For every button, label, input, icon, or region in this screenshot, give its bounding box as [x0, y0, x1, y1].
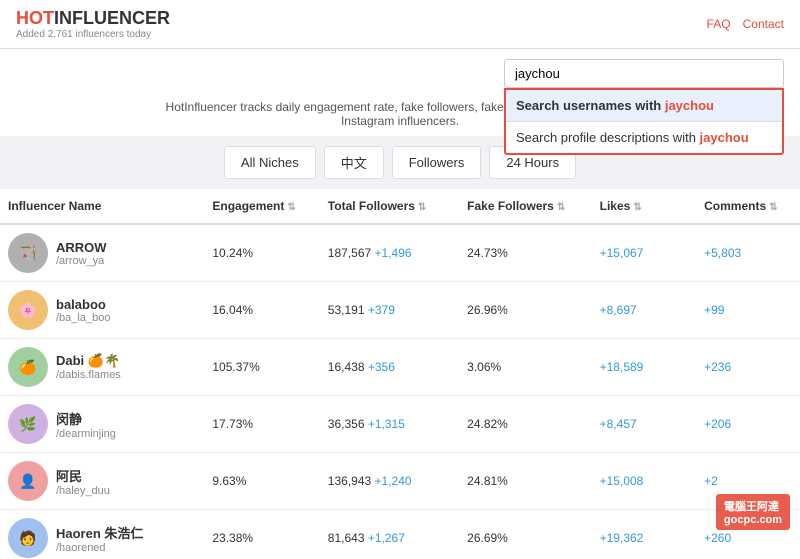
- cell-followers-5: 81,643 +1,267: [320, 510, 459, 559]
- cell-likes-4: +15,008: [592, 453, 697, 510]
- cell-name-5: 🧑 Haoren 朱浩仁 /haorened: [0, 510, 204, 559]
- cell-followers-2: 16,438 +356: [320, 339, 459, 396]
- col-header-fake: Fake Followers⇅: [459, 189, 591, 224]
- search-input[interactable]: [504, 59, 784, 88]
- avatar-0: 🏹: [8, 233, 48, 273]
- col-header-followers: Total Followers⇅: [320, 189, 459, 224]
- cell-comments-2: +236: [696, 339, 800, 396]
- watermark: 電腦王阿達 gocpc.com: [716, 494, 790, 530]
- cell-fake-0: 24.73%: [459, 224, 591, 282]
- display-name-4: 阿民: [56, 466, 110, 485]
- watermark-line1: 電腦王阿達: [724, 498, 782, 514]
- table-row: 🍊 Dabi 🍊🌴 /dabis.flames 105.37% 16,438 +…: [0, 339, 800, 396]
- display-name-3: 闵静: [56, 409, 116, 428]
- name-block-3: 闵静 /dearminjing: [56, 409, 116, 440]
- avatar-5: 🧑: [8, 518, 48, 558]
- cell-followers-4: 136,943 +1,240: [320, 453, 459, 510]
- table-row: 🌸 balaboo /ba_la_boo 16.04% 53,191 +379 …: [0, 282, 800, 339]
- cell-followers-3: 36,356 +1,315: [320, 396, 459, 453]
- cell-comments-0: +5,803: [696, 224, 800, 282]
- cell-name-2: 🍊 Dabi 🍊🌴 /dabis.flames: [0, 339, 204, 396]
- display-name-5: Haoren 朱浩仁: [56, 523, 143, 542]
- name-block-2: Dabi 🍊🌴 /dabis.flames: [56, 353, 121, 381]
- cell-likes-0: +15,067: [592, 224, 697, 282]
- filter-language[interactable]: 中文: [324, 146, 384, 179]
- search-username-highlight: jaychou: [665, 98, 714, 113]
- avatar-1: 🌸: [8, 290, 48, 330]
- cell-likes-5: +19,362: [592, 510, 697, 559]
- cell-fake-2: 3.06%: [459, 339, 591, 396]
- cell-engagement-2: 105.37%: [204, 339, 319, 396]
- table-row: 🧑 Haoren 朱浩仁 /haorened 23.38% 81,643 +1,…: [0, 510, 800, 559]
- cell-comments-1: +99: [696, 282, 800, 339]
- search-area: Search usernames with jaychou Search pro…: [0, 49, 800, 136]
- col-header-engagement: Engagement⇅: [204, 189, 319, 224]
- username-4: /haley_duu: [56, 485, 110, 497]
- table-header-row: Influencer Name Engagement⇅ Total Follow…: [0, 189, 800, 224]
- table-container: Influencer Name Engagement⇅ Total Follow…: [0, 189, 800, 559]
- name-block-0: ARROW /arrow_ya: [56, 240, 107, 267]
- cell-name-3: 🌿 闵静 /dearminjing: [0, 396, 204, 453]
- table-row: 👤 阿民 /haley_duu 9.63% 136,943 +1,240 24.…: [0, 453, 800, 510]
- influencer-table: Influencer Name Engagement⇅ Total Follow…: [0, 189, 800, 559]
- cell-engagement-0: 10.24%: [204, 224, 319, 282]
- cell-name-4: 👤 阿民 /haley_duu: [0, 453, 204, 510]
- username-1: /ba_la_boo: [56, 312, 110, 324]
- cell-name-0: 🏹 ARROW /arrow_ya: [0, 224, 204, 282]
- faq-link[interactable]: FAQ: [707, 17, 731, 31]
- top-nav: HOTINFLUENCER Added 2,761 influencers to…: [0, 0, 800, 49]
- cell-name-1: 🌸 balaboo /ba_la_boo: [0, 282, 204, 339]
- cell-likes-3: +8,457: [592, 396, 697, 453]
- username-2: /dabis.flames: [56, 369, 121, 381]
- cell-engagement-1: 16.04%: [204, 282, 319, 339]
- logo-inf: INFLUENCER: [54, 8, 170, 28]
- cell-fake-5: 26.69%: [459, 510, 591, 559]
- cell-fake-1: 26.96%: [459, 282, 591, 339]
- cell-followers-1: 53,191 +379: [320, 282, 459, 339]
- cell-engagement-5: 23.38%: [204, 510, 319, 559]
- search-dropdown: Search usernames with jaychou Search pro…: [504, 88, 784, 155]
- username-5: /haorened: [56, 542, 143, 554]
- name-block-4: 阿民 /haley_duu: [56, 466, 110, 497]
- filter-all-niches[interactable]: All Niches: [224, 146, 316, 179]
- cell-engagement-3: 17.73%: [204, 396, 319, 453]
- logo-hot: HOT: [16, 8, 54, 28]
- avatar-4: 👤: [8, 461, 48, 501]
- table-row: 🌿 闵静 /dearminjing 17.73% 36,356 +1,315 2…: [0, 396, 800, 453]
- cell-engagement-4: 9.63%: [204, 453, 319, 510]
- username-3: /dearminjing: [56, 428, 116, 440]
- search-usernames-option[interactable]: Search usernames with jaychou: [506, 90, 782, 122]
- cell-fake-3: 24.82%: [459, 396, 591, 453]
- name-block-1: balaboo /ba_la_boo: [56, 297, 110, 324]
- filter-followers[interactable]: Followers: [392, 146, 482, 179]
- username-0: /arrow_ya: [56, 255, 107, 267]
- display-name-0: ARROW: [56, 240, 107, 255]
- watermark-line2: gocpc.com: [724, 514, 782, 526]
- col-header-name: Influencer Name: [0, 189, 204, 224]
- cell-likes-2: +18,589: [592, 339, 697, 396]
- search-container: Search usernames with jaychou Search pro…: [504, 59, 784, 88]
- logo-subtitle: Added 2,761 influencers today: [16, 29, 170, 40]
- col-header-comments: Comments⇅: [696, 189, 800, 224]
- cell-comments-3: +206: [696, 396, 800, 453]
- search-profiles-option[interactable]: Search profile descriptions with jaychou: [506, 122, 782, 153]
- display-name-1: balaboo: [56, 297, 110, 312]
- table-body: 🏹 ARROW /arrow_ya 10.24% 187,567 +1,496 …: [0, 224, 800, 559]
- search-row: Search usernames with jaychou Search pro…: [16, 59, 784, 88]
- col-header-likes: Likes⇅: [592, 189, 697, 224]
- table-row: 🏹 ARROW /arrow_ya 10.24% 187,567 +1,496 …: [0, 224, 800, 282]
- logo-area: HOTINFLUENCER Added 2,761 influencers to…: [16, 8, 170, 40]
- contact-link[interactable]: Contact: [743, 17, 784, 31]
- cell-likes-1: +8,697: [592, 282, 697, 339]
- avatar-3: 🌿: [8, 404, 48, 444]
- cell-followers-0: 187,567 +1,496: [320, 224, 459, 282]
- logo-text: HOTINFLUENCER: [16, 8, 170, 29]
- name-block-5: Haoren 朱浩仁 /haorened: [56, 523, 143, 554]
- search-profile-highlight: jaychou: [700, 130, 749, 145]
- cell-fake-4: 24.81%: [459, 453, 591, 510]
- avatar-2: 🍊: [8, 347, 48, 387]
- display-name-2: Dabi 🍊🌴: [56, 353, 121, 369]
- nav-links: FAQ Contact: [707, 17, 784, 31]
